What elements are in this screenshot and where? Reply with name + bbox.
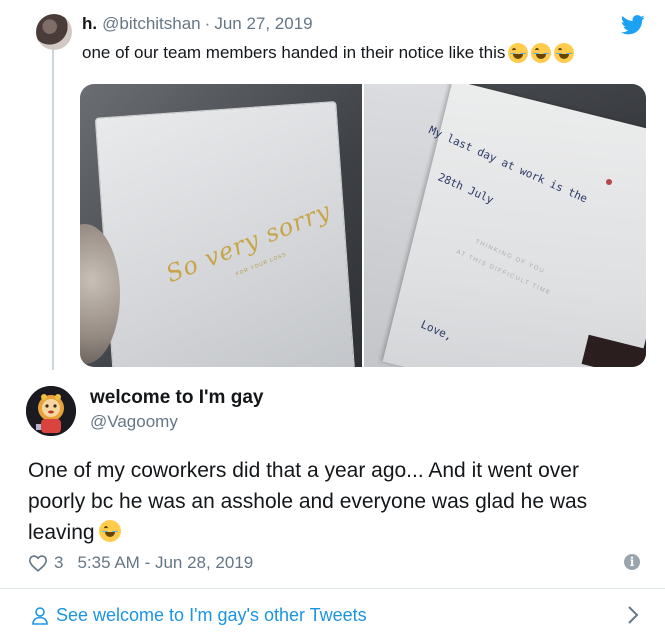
avatar-image-icon	[26, 386, 76, 436]
sympathy-card-front: So very sorry FOR YOUR LOSS	[95, 101, 357, 367]
info-icon[interactable]: i	[624, 554, 640, 570]
footer-link-text[interactable]: See welcome to I'm gay's other Tweets	[56, 605, 367, 626]
thread-line	[52, 48, 54, 370]
reply-display-name[interactable]: welcome to I'm gay	[90, 387, 263, 409]
reply-handle[interactable]: @Vagoomy	[90, 412, 178, 432]
tears-of-joy-emoji-icon	[98, 520, 121, 542]
like-count[interactable]: 3	[54, 553, 63, 573]
parent-text-content: one of our team members handed in their …	[82, 43, 506, 62]
reply-text-content: leaving	[28, 521, 95, 544]
photo-card-front[interactable]: So very sorry FOR YOUR LOSS	[80, 84, 362, 367]
reply-text-line: One of my coworkers did that a year ago.…	[28, 459, 579, 482]
tears-of-joy-emoji-icon	[554, 43, 575, 63]
photo-grid: So very sorry FOR YOUR LOSS My last day …	[80, 84, 646, 367]
background-detail	[606, 179, 612, 185]
tweet-timestamp[interactable]: 5:35 AM - Jun 28, 2019	[77, 553, 253, 573]
twitter-bird-icon[interactable]	[621, 15, 645, 35]
parent-avatar[interactable]	[36, 14, 72, 50]
reply-avatar[interactable]	[26, 386, 76, 436]
photo-card-inside[interactable]: My last day at work is the 28th July THI…	[364, 84, 646, 367]
reply-text-line: poorly bc he was an asshole and everyone…	[28, 490, 588, 513]
parent-display-name[interactable]: h.	[82, 14, 97, 34]
see-other-tweets-link[interactable]: See welcome to I'm gay's other Tweets	[0, 589, 665, 638]
tears-of-joy-emoji-icon	[531, 43, 552, 63]
card-script-text: So very sorry	[161, 196, 335, 289]
heart-icon[interactable]	[28, 554, 48, 572]
parent-tweet-header: h. @bitchitshan · Jun 27, 2019	[82, 14, 313, 36]
tweet-meta: 3 5:35 AM - Jun 28, 2019	[28, 552, 253, 574]
parent-handle[interactable]: @bitchitshan	[102, 14, 201, 34]
tears-of-joy-emoji-icon	[508, 43, 529, 63]
header-separator: ·	[204, 14, 211, 33]
parent-date[interactable]: Jun 27, 2019	[214, 14, 312, 34]
parent-tweet-text: one of our team members handed in their …	[82, 43, 575, 63]
reply-text-line-last: leaving	[28, 517, 648, 548]
user-icon	[32, 607, 48, 625]
parent-tweet[interactable]: h. @bitchitshan · Jun 27, 2019 one of ou…	[0, 0, 665, 380]
reply-tweet-text: One of my coworkers did that a year ago.…	[28, 455, 648, 548]
chevron-right-icon[interactable]	[626, 605, 640, 625]
